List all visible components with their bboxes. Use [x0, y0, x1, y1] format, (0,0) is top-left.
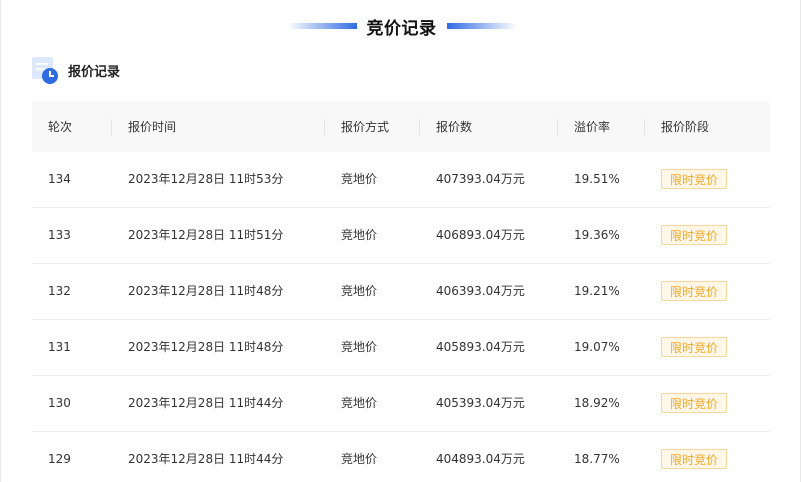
page-title-bar: 竞价记录 — [1, 12, 801, 40]
bid-record-panel: 竞价记录 报价记录 轮次 报价时间 报价方式 报价数 溢价率 报价阶段 134 — [0, 0, 801, 482]
cell-time: 2023年12月28日 11时44分 — [128, 396, 284, 410]
cell-time: 2023年12月28日 11时44分 — [128, 452, 284, 466]
page-title: 竞价记录 — [366, 18, 437, 39]
cell-amount: 406393.04万元 — [436, 284, 525, 298]
stage-badge: 限时竞价 — [661, 169, 728, 189]
cell-round: 132 — [48, 284, 71, 298]
cell-premium: 19.21% — [574, 284, 620, 298]
cell-premium: 19.36% — [574, 228, 620, 242]
cell-amount: 407393.04万元 — [436, 172, 525, 186]
cell-method: 竞地价 — [341, 396, 378, 410]
cell-time: 2023年12月28日 11时48分 — [128, 284, 284, 298]
cell-premium: 18.77% — [574, 452, 620, 466]
cell-round: 133 — [48, 228, 71, 242]
cell-round: 129 — [48, 452, 71, 466]
cell-amount: 404893.04万元 — [436, 452, 525, 466]
cell-round: 131 — [48, 340, 71, 354]
stage-badge: 限时竞价 — [661, 393, 728, 413]
header-divider — [111, 119, 112, 135]
cell-amount: 405393.04万元 — [436, 396, 525, 410]
record-list-icon — [32, 57, 58, 84]
cell-premium: 18.92% — [574, 396, 620, 410]
header-amount: 报价数 — [436, 120, 473, 134]
stage-badge: 限时竞价 — [661, 337, 728, 357]
bid-record-table: 轮次 报价时间 报价方式 报价数 溢价率 报价阶段 134 2023年12月28… — [32, 102, 770, 482]
header-stage: 报价阶段 — [661, 120, 710, 134]
header-divider — [419, 119, 420, 135]
cell-amount: 406893.04万元 — [436, 228, 525, 242]
header-divider — [324, 119, 325, 135]
header-method: 报价方式 — [341, 120, 390, 134]
header-divider — [644, 119, 645, 135]
stage-badge: 限时竞价 — [661, 281, 728, 301]
cell-premium: 19.07% — [574, 340, 620, 354]
cell-time: 2023年12月28日 11时48分 — [128, 340, 284, 354]
cell-premium: 19.51% — [574, 172, 620, 186]
section-title: 报价记录 — [68, 64, 121, 80]
stage-badge: 限时竞价 — [661, 449, 728, 469]
table-row: 134 2023年12月28日 11时53分 竞地价 407393.04万元 1… — [32, 152, 770, 208]
cell-method: 竞地价 — [341, 172, 378, 186]
cell-round: 130 — [48, 396, 71, 410]
table-row: 131 2023年12月28日 11时48分 竞地价 405893.04万元 1… — [32, 320, 770, 376]
cell-time: 2023年12月28日 11时53分 — [128, 172, 284, 186]
title-decoration-left — [286, 23, 357, 29]
cell-time: 2023年12月28日 11时51分 — [128, 228, 284, 242]
cell-round: 134 — [48, 172, 71, 186]
header-divider — [557, 119, 558, 135]
cell-method: 竞地价 — [341, 452, 378, 466]
header-round: 轮次 — [48, 120, 73, 134]
section-header: 报价记录 — [32, 55, 120, 85]
table-row: 132 2023年12月28日 11时48分 竞地价 406393.04万元 1… — [32, 264, 770, 320]
title-decoration-right — [446, 23, 517, 29]
cell-method: 竞地价 — [341, 284, 378, 298]
cell-amount: 405893.04万元 — [436, 340, 525, 354]
cell-method: 竞地价 — [341, 228, 378, 242]
header-time: 报价时间 — [128, 120, 177, 134]
table-row: 133 2023年12月28日 11时51分 竞地价 406893.04万元 1… — [32, 208, 770, 264]
cell-method: 竞地价 — [341, 340, 378, 354]
header-premium: 溢价率 — [574, 120, 611, 134]
table-row: 129 2023年12月28日 11时44分 竞地价 404893.04万元 1… — [32, 432, 770, 482]
table-header: 轮次 报价时间 报价方式 报价数 溢价率 报价阶段 — [32, 102, 770, 152]
stage-badge: 限时竞价 — [661, 225, 728, 245]
table-row: 130 2023年12月28日 11时44分 竞地价 405393.04万元 1… — [32, 376, 770, 432]
